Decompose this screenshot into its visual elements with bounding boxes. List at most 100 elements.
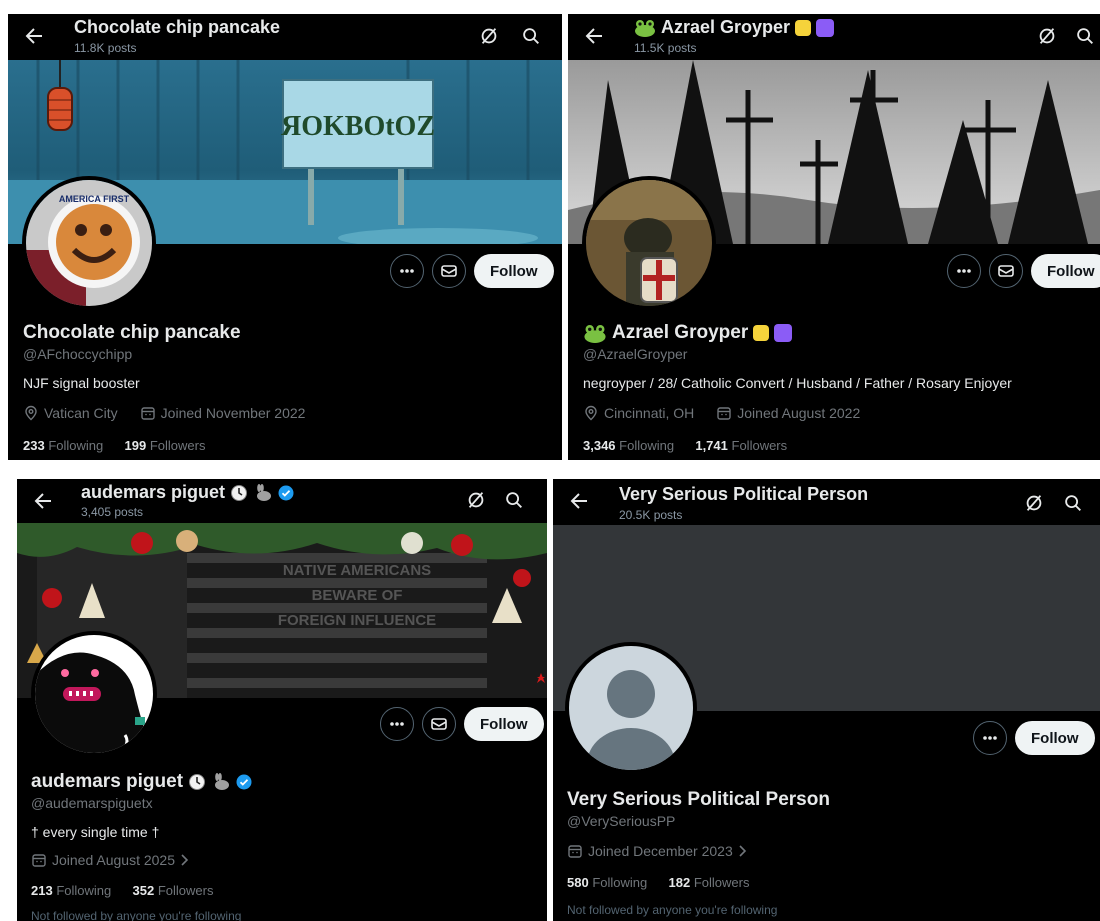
message-button[interactable] — [432, 254, 466, 288]
banner-sign-text: ЯOKBOtOZ — [281, 111, 435, 142]
joined-date: Joined November 2022 — [160, 405, 306, 421]
more-options-button[interactable] — [947, 254, 981, 288]
user-handle: @VerySeriousPP — [567, 813, 676, 829]
more-icon — [400, 269, 414, 273]
profile-meta: Vatican City Joined November 2022 — [23, 405, 305, 421]
avatar-text: AMERICA FIRST — [59, 194, 130, 204]
profile-panel-audemars-piguet: audemars piguet 3,405 posts NATIVE AMERI… — [17, 479, 547, 921]
back-arrow-icon[interactable] — [582, 24, 606, 48]
frog-emoji-icon — [635, 19, 655, 37]
profile-panel-azrael-groyper: Azrael Groyper 11.5K posts Follow Azrael… — [568, 14, 1100, 460]
frog-emoji-icon — [584, 324, 606, 343]
profile-actions: Follow — [947, 254, 1100, 288]
clock-emoji-icon — [189, 774, 206, 790]
location-text: Cincinnati, OH — [604, 405, 695, 421]
calendar-icon — [717, 407, 731, 420]
header-post-count: 20.5K posts — [619, 508, 683, 522]
followers-link[interactable]: 1,741 Followers — [695, 438, 787, 453]
profile-header-bar: audemars piguet 3,405 posts — [17, 479, 547, 523]
chevron-right-icon[interactable] — [738, 844, 748, 858]
joined-date[interactable]: Joined August 2025 — [52, 852, 175, 868]
profile-avatar[interactable]: AMERICA FIRST — [22, 176, 156, 310]
banner-text-line-1: NATIVE AMERICANS — [283, 562, 431, 579]
more-options-button[interactable] — [380, 707, 414, 741]
grok-icon[interactable] — [1036, 25, 1058, 47]
rabbit-emoji-icon — [257, 483, 272, 501]
profile-actions: Follow — [973, 721, 1095, 755]
vatican-flag-icon — [795, 19, 812, 36]
grok-icon[interactable] — [478, 25, 500, 47]
follow-button[interactable]: Follow — [464, 707, 544, 741]
banner-text-line-2: BEWARE OF — [312, 587, 403, 604]
profile-avatar[interactable] — [565, 642, 697, 774]
follow-button[interactable]: Follow — [1031, 254, 1100, 288]
location-icon — [585, 405, 597, 421]
follow-button[interactable]: Follow — [1015, 721, 1095, 755]
not-followed-note: Not followed by anyone you're following — [31, 909, 242, 921]
more-icon — [957, 269, 971, 273]
user-handle: @AzraelGroyper — [583, 346, 688, 362]
more-options-button[interactable] — [973, 721, 1007, 755]
following-link[interactable]: 213 Following — [31, 883, 111, 898]
profile-header-bar: Very Serious Political Person 20.5K post… — [553, 479, 1100, 525]
message-button[interactable] — [422, 707, 456, 741]
grok-icon[interactable] — [1023, 492, 1045, 514]
followers-link[interactable]: 199 Followers — [125, 438, 206, 453]
follow-counts: 233 Following 199 Followers — [23, 438, 205, 453]
header-post-count: 11.5K posts — [634, 41, 697, 55]
profile-avatar[interactable] — [31, 631, 157, 757]
following-link[interactable]: 233 Following — [23, 438, 103, 453]
banner-text-line-3: FOREIGN INFLUENCE — [278, 612, 436, 629]
default-avatar-icon — [569, 646, 693, 770]
verified-badge-icon[interactable] — [236, 774, 252, 790]
user-bio: † every single time † — [31, 824, 160, 840]
joined-date[interactable]: Joined December 2023 — [588, 843, 733, 859]
following-link[interactable]: 580 Following — [567, 875, 647, 890]
orthodox-cross-icon — [774, 324, 793, 342]
display-name: Very Serious Political Person — [567, 789, 830, 810]
grok-icon[interactable] — [465, 489, 487, 511]
header-post-count: 11.8K posts — [74, 41, 137, 55]
back-arrow-icon[interactable] — [22, 24, 46, 48]
calendar-icon — [140, 407, 155, 420]
profile-meta: Joined August 2025 — [31, 852, 190, 868]
header-title: Chocolate chip pancake — [74, 17, 281, 37]
avatar-shadow-creature-image — [35, 635, 153, 753]
follow-counts: 580 Following 182 Followers — [567, 875, 749, 890]
followers-link[interactable]: 182 Followers — [669, 875, 750, 890]
follow-button[interactable]: Follow — [474, 254, 554, 288]
header-title: audemars piguet — [81, 482, 294, 503]
display-name: Azrael Groyper — [583, 322, 793, 344]
search-icon[interactable] — [520, 25, 542, 47]
more-options-button[interactable] — [390, 254, 424, 288]
followers-link[interactable]: 352 Followers — [133, 883, 214, 898]
not-followed-note: Not followed by anyone you're following — [567, 903, 778, 917]
user-handle: @audemarspiguetx — [31, 795, 153, 811]
back-arrow-icon[interactable] — [31, 489, 55, 513]
search-icon[interactable] — [503, 489, 525, 511]
display-name: audemars piguet — [31, 771, 252, 793]
avatar-frog-crusader-image — [586, 180, 712, 306]
profile-panel-chocolate-chip-pancake: Chocolate chip pancake 11.8K posts ЯOKBO… — [8, 14, 562, 460]
user-bio: negroyper / 28/ Catholic Convert / Husba… — [583, 375, 1012, 391]
search-icon[interactable] — [1062, 492, 1084, 514]
profile-avatar[interactable] — [582, 176, 716, 310]
profile-header-bar: Chocolate chip pancake 11.8K posts — [8, 14, 562, 60]
chevron-right-icon[interactable] — [180, 853, 190, 867]
search-icon[interactable] — [1074, 25, 1096, 47]
message-button[interactable] — [989, 254, 1023, 288]
location-icon — [25, 405, 37, 421]
clock-emoji-icon — [231, 484, 248, 501]
header-title: Azrael Groyper — [634, 17, 835, 38]
vatican-flag-icon — [753, 325, 770, 341]
profile-actions: Follow — [380, 707, 544, 741]
follow-counts: 3,346 Following 1,741 Followers — [583, 438, 787, 453]
user-bio: NJF signal booster — [23, 375, 140, 391]
header-title: Very Serious Political Person — [619, 484, 869, 504]
following-link[interactable]: 3,346 Following — [583, 438, 674, 453]
profile-meta: Joined December 2023 — [567, 843, 748, 859]
back-arrow-icon[interactable] — [567, 489, 591, 513]
rabbit-emoji-icon — [215, 773, 230, 790]
header-post-count: 3,405 posts — [81, 505, 144, 519]
user-handle: @AFchoccychipp — [23, 346, 133, 362]
